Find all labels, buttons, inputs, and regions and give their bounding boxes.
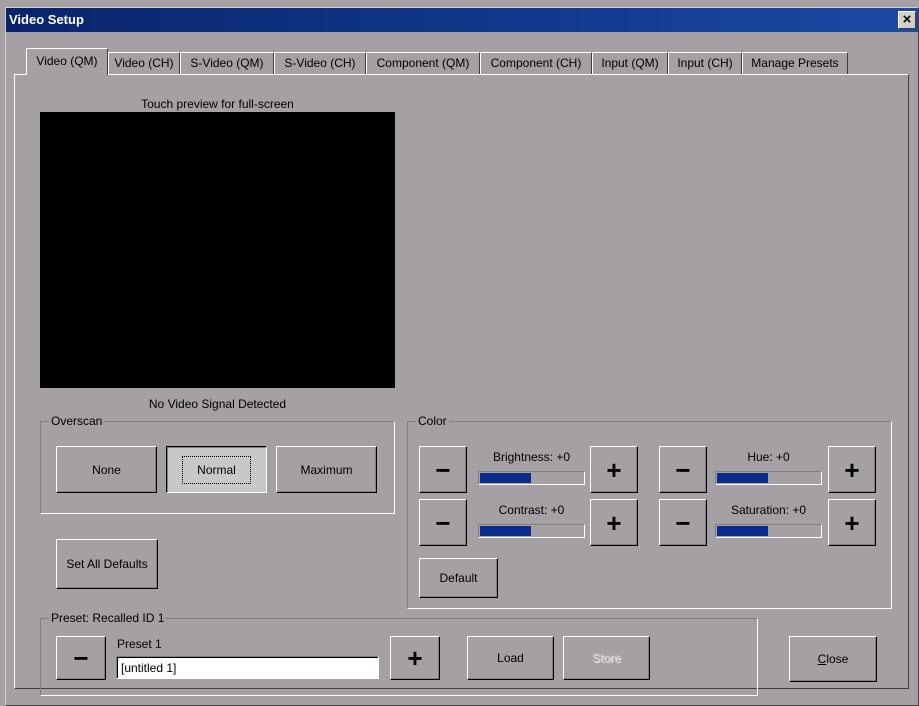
plus-icon: + [844,454,860,485]
preset-name-label: Preset 1 [117,637,162,651]
saturation-level-fill [717,526,768,536]
video-preview[interactable] [40,112,395,388]
close-button[interactable]: Close [789,636,877,682]
saturation-label: Saturation: +0 [730,503,807,517]
preset-minus-button[interactable]: − [56,636,106,680]
hue-level-fill [717,473,768,483]
brightness-minus-button[interactable]: − [419,446,467,493]
close-label-rest: lose [826,652,849,666]
close-label: Close [818,652,849,666]
overscan-none-button[interactable]: None [56,446,157,493]
hue-label: Hue: +0 [747,450,790,464]
brightness-plus-button[interactable]: + [590,446,638,493]
minus-icon: − [675,454,691,485]
preview-hint: Touch preview for full-screen [141,97,294,111]
set-all-defaults-label: Set All Defaults [66,557,148,571]
plus-icon: + [407,643,423,673]
minus-icon: − [435,507,451,538]
brightness-level-bar [478,471,585,485]
minus-icon: − [675,507,691,538]
contrast-level-bar [478,524,585,538]
tab-component-qm[interactable]: Component (QM) [366,52,480,74]
tab-input-qm[interactable]: Input (QM) [592,52,668,74]
store-button[interactable]: Store [563,636,650,680]
plus-icon: + [606,454,622,485]
tab-component-ch[interactable]: Component (CH) [480,52,592,74]
brightness-label: Brightness: +0 [492,450,571,464]
color-default-label: Default [439,571,478,585]
tab-svideo-qm[interactable]: S-Video (QM) [180,52,274,74]
signal-status: No Video Signal Detected [148,397,287,411]
preset-name-field[interactable] [116,656,379,679]
tab-svideo-ch[interactable]: S-Video (CH) [274,52,366,74]
close-icon[interactable]: × [898,11,916,29]
overscan-normal-label: Normal [182,455,251,484]
saturation-plus-button[interactable]: + [828,499,876,546]
hue-minus-button[interactable]: − [659,446,707,493]
overscan-title: Overscan [49,414,105,428]
overscan-maximum-button[interactable]: Maximum [276,446,377,493]
plus-icon: + [606,507,622,538]
overscan-maximum-label: Maximum [300,462,353,477]
tab-video-qm[interactable]: Video (QM) [26,48,108,75]
preset-plus-button[interactable]: + [390,636,440,680]
overscan-normal-button[interactable]: Normal [166,446,267,493]
contrast-label: Contrast: +0 [498,503,565,517]
hue-plus-button[interactable]: + [828,446,876,493]
brightness-level-fill [480,473,531,483]
tab-manage-presets[interactable]: Manage Presets [742,52,848,74]
set-all-defaults-button[interactable]: Set All Defaults [56,539,158,589]
tab-input-ch[interactable]: Input (CH) [668,52,742,74]
title-bar[interactable]: Video Setup × [6,8,918,32]
window-title: Video Setup [9,12,84,27]
minus-icon: − [73,643,89,673]
hue-level-bar [715,471,822,485]
contrast-level-fill [480,526,531,536]
contrast-minus-button[interactable]: − [419,499,467,546]
overscan-none-label: None [92,462,121,477]
load-label: Load [497,651,524,665]
load-button[interactable]: Load [467,636,554,680]
store-label: Store [592,651,621,665]
contrast-plus-button[interactable]: + [590,499,638,546]
minus-icon: − [435,454,451,485]
color-default-button[interactable]: Default [419,558,498,598]
preset-title: Preset: Recalled ID 1 [49,611,167,625]
plus-icon: + [844,507,860,538]
color-title: Color [416,414,449,428]
saturation-level-bar [715,524,822,538]
saturation-minus-button[interactable]: − [659,499,707,546]
tab-video-ch[interactable]: Video (CH) [108,52,180,74]
